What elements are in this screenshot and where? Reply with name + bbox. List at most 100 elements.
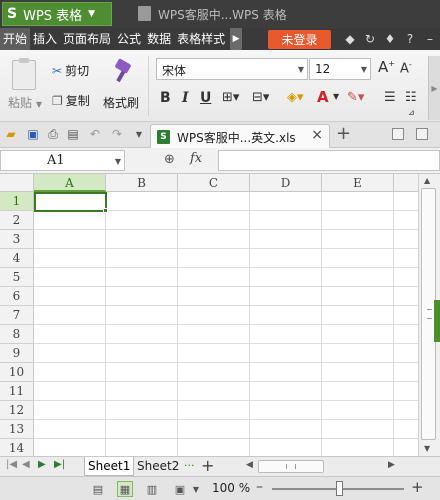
column-header-c[interactable]: C [178, 174, 250, 192]
cell-area[interactable] [34, 192, 418, 456]
row-header[interactable]: 14 [0, 439, 34, 456]
minimize-icon[interactable]: – [423, 31, 437, 47]
underline-button[interactable]: U [200, 90, 211, 106]
document-tab[interactable]: S WPS客服中...英文.xls × [150, 124, 330, 148]
clear-format-icon[interactable]: ✎▾ [347, 90, 364, 105]
row-header[interactable]: 9 [0, 344, 34, 363]
normal-view-icon[interactable]: ▤ [90, 481, 106, 497]
copy-button[interactable]: ❐ 复制 [52, 92, 90, 109]
menu-insert[interactable]: 插入 [30, 28, 60, 50]
login-button[interactable]: 未登录 [268, 30, 331, 49]
active-cell-a1[interactable] [34, 192, 107, 212]
format-painter-icon[interactable] [110, 58, 136, 84]
row-header[interactable]: 6 [0, 287, 34, 306]
border-icon[interactable]: ⊞▾ [222, 90, 239, 105]
first-sheet-icon[interactable]: |◀ [6, 459, 17, 470]
select-all-corner[interactable] [0, 174, 34, 192]
column-header-a[interactable]: A [34, 174, 106, 192]
menu-home[interactable]: 开始 [0, 28, 31, 50]
window-tile-icon[interactable] [416, 128, 428, 140]
cut-button[interactable]: ✂ 剪切 [52, 62, 89, 79]
view-dropdown-icon[interactable]: ▼ [188, 481, 204, 497]
shirt-icon[interactable]: ♦ [383, 31, 397, 47]
paste-button[interactable]: 粘贴 ▼ [8, 94, 42, 111]
row-header[interactable]: 7 [0, 306, 34, 325]
ribbon-scroll-right[interactable]: ▶ [428, 56, 440, 120]
refresh-icon[interactable]: ↻ [363, 31, 377, 47]
fullscreen-view-icon[interactable]: ▣ [172, 481, 188, 497]
menu-formulas[interactable]: 公式 [114, 28, 144, 50]
italic-button[interactable]: I [182, 90, 189, 106]
row-header[interactable]: 1 [0, 192, 34, 211]
name-box[interactable]: A1 ▼ [0, 150, 125, 171]
ribbon-expand-icon[interactable]: ⊿ [408, 108, 415, 117]
row-header[interactable]: 10 [0, 363, 34, 382]
menu-data[interactable]: 数据 [144, 28, 174, 50]
page-break-view-icon[interactable]: ▥ [144, 481, 160, 497]
print-preview-icon[interactable]: ▤ [66, 127, 80, 141]
zoom-search-icon[interactable]: ⊕ [164, 152, 175, 167]
font-color-dropdown-icon[interactable]: ▼ [333, 92, 339, 101]
window-restore-icon[interactable] [392, 128, 404, 140]
row-header[interactable]: 3 [0, 230, 34, 249]
indent-icon[interactable]: ☷ [405, 90, 417, 105]
next-sheet-icon[interactable]: ▶ [38, 459, 46, 470]
save-icon[interactable]: ▣ [26, 127, 40, 141]
last-sheet-icon[interactable]: ▶| [54, 459, 65, 470]
print-icon[interactable]: ⎙ [46, 127, 60, 141]
scroll-left-icon[interactable]: ◀ [246, 460, 253, 470]
font-name-select[interactable]: 宋体 ▼ [156, 58, 308, 80]
zoom-level[interactable]: 100 % [212, 481, 250, 495]
align-left-icon[interactable]: ☰ [384, 90, 396, 105]
row-header[interactable]: 13 [0, 420, 34, 439]
more-sheets-icon[interactable]: ··· [184, 459, 195, 472]
prev-sheet-icon[interactable]: ◀ [22, 459, 30, 470]
help-icon[interactable]: ? [403, 31, 417, 47]
scroll-right-icon[interactable]: ▶ [388, 460, 395, 470]
row-header[interactable]: 2 [0, 211, 34, 230]
column-header-f[interactable] [394, 174, 418, 192]
zoom-in-icon[interactable]: + [411, 478, 424, 496]
row-header[interactable]: 12 [0, 401, 34, 420]
close-icon[interactable]: × [311, 127, 323, 143]
font-size-select[interactable]: 12 ▼ [309, 58, 371, 80]
increase-font-icon[interactable]: A+ [378, 58, 395, 76]
menu-page-layout[interactable]: 页面布局 [60, 28, 114, 50]
app-menu-button[interactable]: S WPS 表格 ▼ [2, 2, 112, 26]
menu-table-style[interactable]: 表格样式 [174, 28, 228, 50]
scroll-up-icon[interactable]: ▲ [424, 176, 430, 185]
add-sheet-plus-icon[interactable]: + [201, 456, 214, 475]
sheet-tab-sheet1[interactable]: Sheet1 [84, 457, 135, 476]
horizontal-scroll-thumb[interactable] [258, 460, 324, 473]
formula-input[interactable] [218, 150, 440, 171]
fill-handle[interactable] [103, 208, 108, 213]
zoom-slider-thumb[interactable] [336, 481, 343, 496]
column-header-e[interactable]: E [322, 174, 394, 192]
font-color-icon[interactable]: A [317, 88, 329, 106]
spreadsheet-grid[interactable]: A B C D E 1 2 3 4 5 6 7 8 9 10 11 12 13 … [0, 174, 418, 456]
new-tab-plus-icon[interactable]: + [336, 124, 351, 144]
insert-function-button[interactable]: fx [190, 151, 202, 166]
sheet-tab-sheet2[interactable]: Sheet2 [134, 457, 182, 476]
redo-icon[interactable]: ↷ [110, 127, 124, 141]
merge-cells-icon[interactable]: ⊟▾ [252, 90, 269, 105]
open-folder-icon[interactable]: ▰ [4, 127, 18, 141]
zoom-out-icon[interactable]: – [256, 479, 263, 495]
column-header-b[interactable]: B [106, 174, 178, 192]
fill-color-icon[interactable]: ◈▾ [287, 90, 304, 105]
column-header-d[interactable]: D [250, 174, 322, 192]
skin-icon[interactable]: ◆ [343, 31, 357, 47]
side-panel-handle[interactable] [434, 300, 440, 342]
row-header[interactable]: 8 [0, 325, 34, 344]
paste-icon[interactable] [12, 58, 36, 90]
row-header[interactable]: 5 [0, 268, 34, 287]
bold-button[interactable]: B [160, 90, 171, 106]
quick-access-dropdown-icon[interactable]: ▼ [132, 127, 146, 141]
row-header[interactable]: 4 [0, 249, 34, 268]
row-header[interactable]: 11 [0, 382, 34, 401]
undo-icon[interactable]: ↶ [88, 127, 102, 141]
menu-more-icon[interactable]: ▶ [230, 28, 243, 50]
scroll-down-icon[interactable]: ▼ [424, 444, 430, 453]
decrease-font-icon[interactable]: A- [400, 60, 412, 76]
page-layout-view-icon[interactable]: ▦ [117, 481, 133, 497]
